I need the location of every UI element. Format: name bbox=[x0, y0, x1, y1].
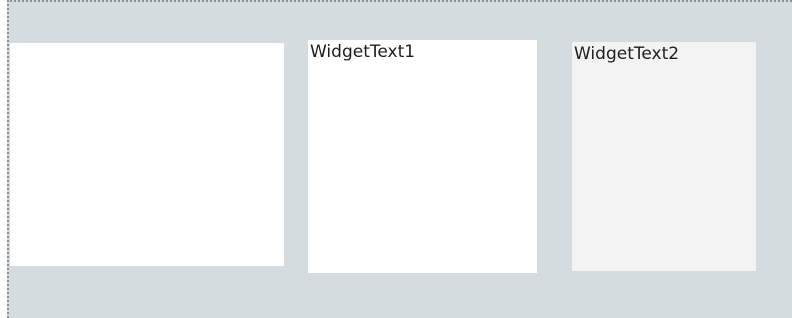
design-canvas[interactable]: WidgetText1 WidgetText2 bbox=[7, 0, 792, 318]
widget-text-1: WidgetText1 bbox=[310, 42, 416, 62]
widget-panel-blank[interactable] bbox=[10, 43, 284, 266]
widget-text-2: WidgetText2 bbox=[574, 44, 680, 64]
left-margin bbox=[0, 0, 7, 318]
widget-panel-1[interactable]: WidgetText1 bbox=[308, 40, 537, 273]
canvas-top-border bbox=[7, 0, 792, 4]
widget-panel-2[interactable]: WidgetText2 bbox=[572, 42, 756, 271]
